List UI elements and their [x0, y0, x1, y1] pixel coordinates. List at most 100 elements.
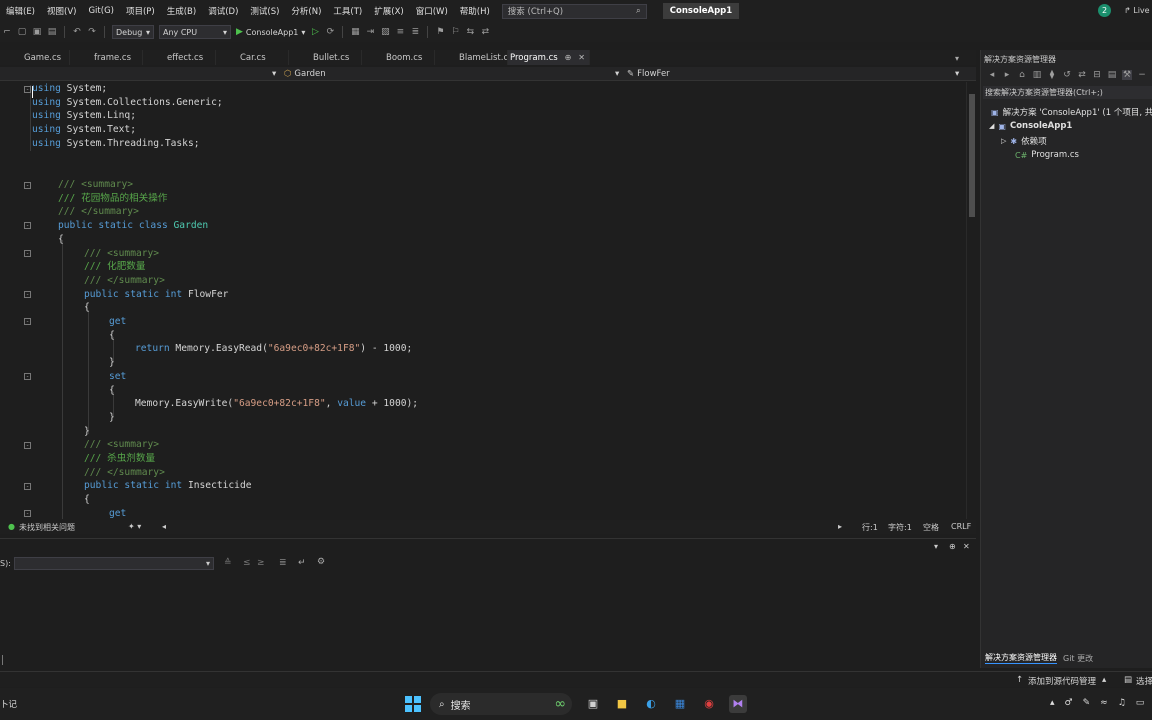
- menu-analyze[interactable]: 分析(N): [285, 5, 327, 17]
- line-number[interactable]: 行:1: [862, 522, 878, 533]
- fold-toggle[interactable]: -: [24, 373, 31, 380]
- menu-extensions[interactable]: 扩展(X): [368, 5, 409, 17]
- editor-scrollbar[interactable]: [966, 82, 976, 519]
- diagnostics-icon[interactable]: ▦: [350, 27, 360, 37]
- task-view-icon[interactable]: ▣: [584, 695, 602, 713]
- redo-icon[interactable]: ↷: [87, 27, 97, 37]
- indent-mode[interactable]: 空格: [923, 522, 939, 533]
- settings-icon[interactable]: ⚙: [317, 557, 325, 567]
- start-without-debug-icon[interactable]: ▷: [310, 27, 320, 37]
- select-repo[interactable]: 选择仓库: [1136, 675, 1152, 687]
- wrench-icon[interactable]: ⚒: [1122, 70, 1132, 80]
- indent-icon[interactable]: ⇆: [465, 27, 475, 37]
- tab-blamelist[interactable]: BlameList.cs: [435, 50, 508, 65]
- fold-toggle[interactable]: -: [24, 291, 31, 298]
- bookmark-prev-icon[interactable]: ⚐: [450, 27, 460, 37]
- tab-car[interactable]: Car.cs: [216, 50, 289, 65]
- tree-program-file[interactable]: C# Program.cs: [1015, 150, 1079, 160]
- tab-boom[interactable]: Boom.cs: [362, 50, 435, 65]
- issues-status[interactable]: 未找到相关问题: [19, 522, 75, 533]
- prev-message-icon[interactable]: ≤: [243, 558, 251, 568]
- taskbar-search[interactable]: ⌕ 搜索 ∞: [430, 693, 572, 715]
- sync-icon[interactable]: ⇄: [1077, 70, 1087, 80]
- pen-icon[interactable]: ✎: [1083, 698, 1091, 708]
- tree-dependencies[interactable]: ▷ ✱ 依赖项: [1001, 135, 1047, 148]
- chevron-up-icon[interactable]: ▴: [1102, 675, 1106, 685]
- output-source-select[interactable]: ▾: [14, 557, 214, 570]
- chevron-down-icon[interactable]: ▾: [615, 68, 619, 80]
- tab-game[interactable]: Game.cs: [0, 50, 70, 65]
- tab-solution-explorer[interactable]: 解决方案资源管理器: [985, 652, 1057, 664]
- windows-start-icon[interactable]: [405, 696, 421, 712]
- pin-icon[interactable]: ⊕: [565, 53, 572, 62]
- microphone-icon[interactable]: ♂: [1065, 698, 1073, 708]
- step-icon[interactable]: ⇥: [365, 27, 375, 37]
- scrollbar-thumb[interactable]: [969, 94, 975, 217]
- char-number[interactable]: 字符:1: [888, 522, 912, 533]
- new-file-icon[interactable]: ▢: [17, 27, 27, 37]
- chevron-down-icon[interactable]: ▾: [955, 68, 959, 80]
- vs-icon[interactable]: ⧫: [1047, 70, 1057, 80]
- home-icon[interactable]: ⌂: [1017, 70, 1027, 80]
- chevron-up-icon[interactable]: ▴: [1050, 698, 1055, 708]
- undo-icon[interactable]: ↶: [72, 27, 82, 37]
- menu-window[interactable]: 窗口(W): [410, 5, 454, 17]
- back-icon[interactable]: ◂: [987, 70, 997, 80]
- scroll-right-icon[interactable]: ▸: [838, 522, 842, 531]
- pin-icon[interactable]: ⌐: [2, 27, 12, 37]
- notification-badge[interactable]: 2: [1098, 4, 1111, 17]
- find-icon[interactable]: ≙: [224, 558, 232, 568]
- member-select[interactable]: ✎ FlowFer: [627, 68, 670, 80]
- chevron-down-icon[interactable]: ▾: [272, 68, 276, 80]
- browser-icon[interactable]: ◉: [700, 695, 718, 713]
- tab-overflow-icon[interactable]: ▾: [955, 54, 959, 63]
- add-source-control[interactable]: 添加到源代码管理: [1028, 675, 1096, 687]
- config-select[interactable]: Debug ▾: [112, 25, 154, 39]
- outdent-icon[interactable]: ⇄: [480, 27, 490, 37]
- close-icon[interactable]: ✕: [963, 542, 970, 551]
- clear-all-icon[interactable]: ≣: [279, 558, 287, 568]
- tree-solution[interactable]: ▣ 解决方案 'ConsoleApp1' (1 个项目, 共: [991, 106, 1152, 119]
- save-icon[interactable]: ▣: [32, 27, 42, 37]
- fold-toggle[interactable]: -: [24, 250, 31, 257]
- solution-search-input[interactable]: 搜索解决方案资源管理器(Ctrl+;): [983, 86, 1152, 99]
- brush-icon[interactable]: ✦ ▾: [128, 522, 141, 531]
- menu-build[interactable]: 生成(B): [161, 5, 202, 17]
- tree-project[interactable]: ◢ ▣ ConsoleApp1: [989, 121, 1072, 131]
- tab-program[interactable]: Program.cs ⊕ ✕: [508, 50, 590, 65]
- show-all-icon[interactable]: ▤: [1107, 70, 1117, 80]
- history-icon[interactable]: ↺: [1062, 70, 1072, 80]
- hot-reload-icon[interactable]: ⟳: [325, 27, 335, 37]
- line-ending[interactable]: CRLF: [951, 522, 971, 531]
- next-message-icon[interactable]: ≥: [257, 558, 265, 568]
- word-wrap-icon[interactable]: ↵: [298, 558, 306, 568]
- menu-view[interactable]: 视图(V): [41, 5, 82, 17]
- battery-icon[interactable]: ▭: [1136, 698, 1145, 708]
- visual-studio-icon[interactable]: ⧓: [729, 695, 747, 713]
- format-icon[interactable]: ≡: [395, 27, 405, 37]
- tab-frame[interactable]: frame.cs: [70, 50, 143, 65]
- menu-tools[interactable]: 工具(T): [327, 5, 368, 17]
- menu-project[interactable]: 项目(P): [120, 5, 161, 17]
- edge-icon[interactable]: ◐: [642, 695, 660, 713]
- store-icon[interactable]: ▦: [671, 695, 689, 713]
- minus-icon[interactable]: −: [1137, 70, 1147, 80]
- platform-select[interactable]: Any CPU ▾: [159, 25, 231, 39]
- fold-toggle[interactable]: -: [24, 318, 31, 325]
- bookmark-icon[interactable]: ⚑: [435, 27, 445, 37]
- fold-toggle[interactable]: -: [24, 86, 31, 93]
- chevron-down-icon[interactable]: ▾: [934, 542, 938, 551]
- fold-toggle[interactable]: -: [24, 442, 31, 449]
- breakpoint-icon[interactable]: ▧: [380, 27, 390, 37]
- forward-icon[interactable]: ▸: [1002, 70, 1012, 80]
- scroll-left-icon[interactable]: ◂: [162, 522, 166, 531]
- collapse-icon[interactable]: ⊟: [1092, 70, 1102, 80]
- menu-git[interactable]: Git(G): [82, 6, 120, 16]
- tab-bullet[interactable]: Bullet.cs: [289, 50, 362, 65]
- volume-icon[interactable]: ♫: [1118, 698, 1126, 708]
- search-input[interactable]: 搜索 (Ctrl+Q) ⌕: [501, 3, 647, 19]
- menu-help[interactable]: 帮助(H): [454, 5, 496, 17]
- wifi-icon[interactable]: ≈: [1100, 698, 1108, 708]
- live-share-button[interactable]: ↱ Live: [1124, 6, 1150, 15]
- tab-effect[interactable]: effect.cs: [143, 50, 216, 65]
